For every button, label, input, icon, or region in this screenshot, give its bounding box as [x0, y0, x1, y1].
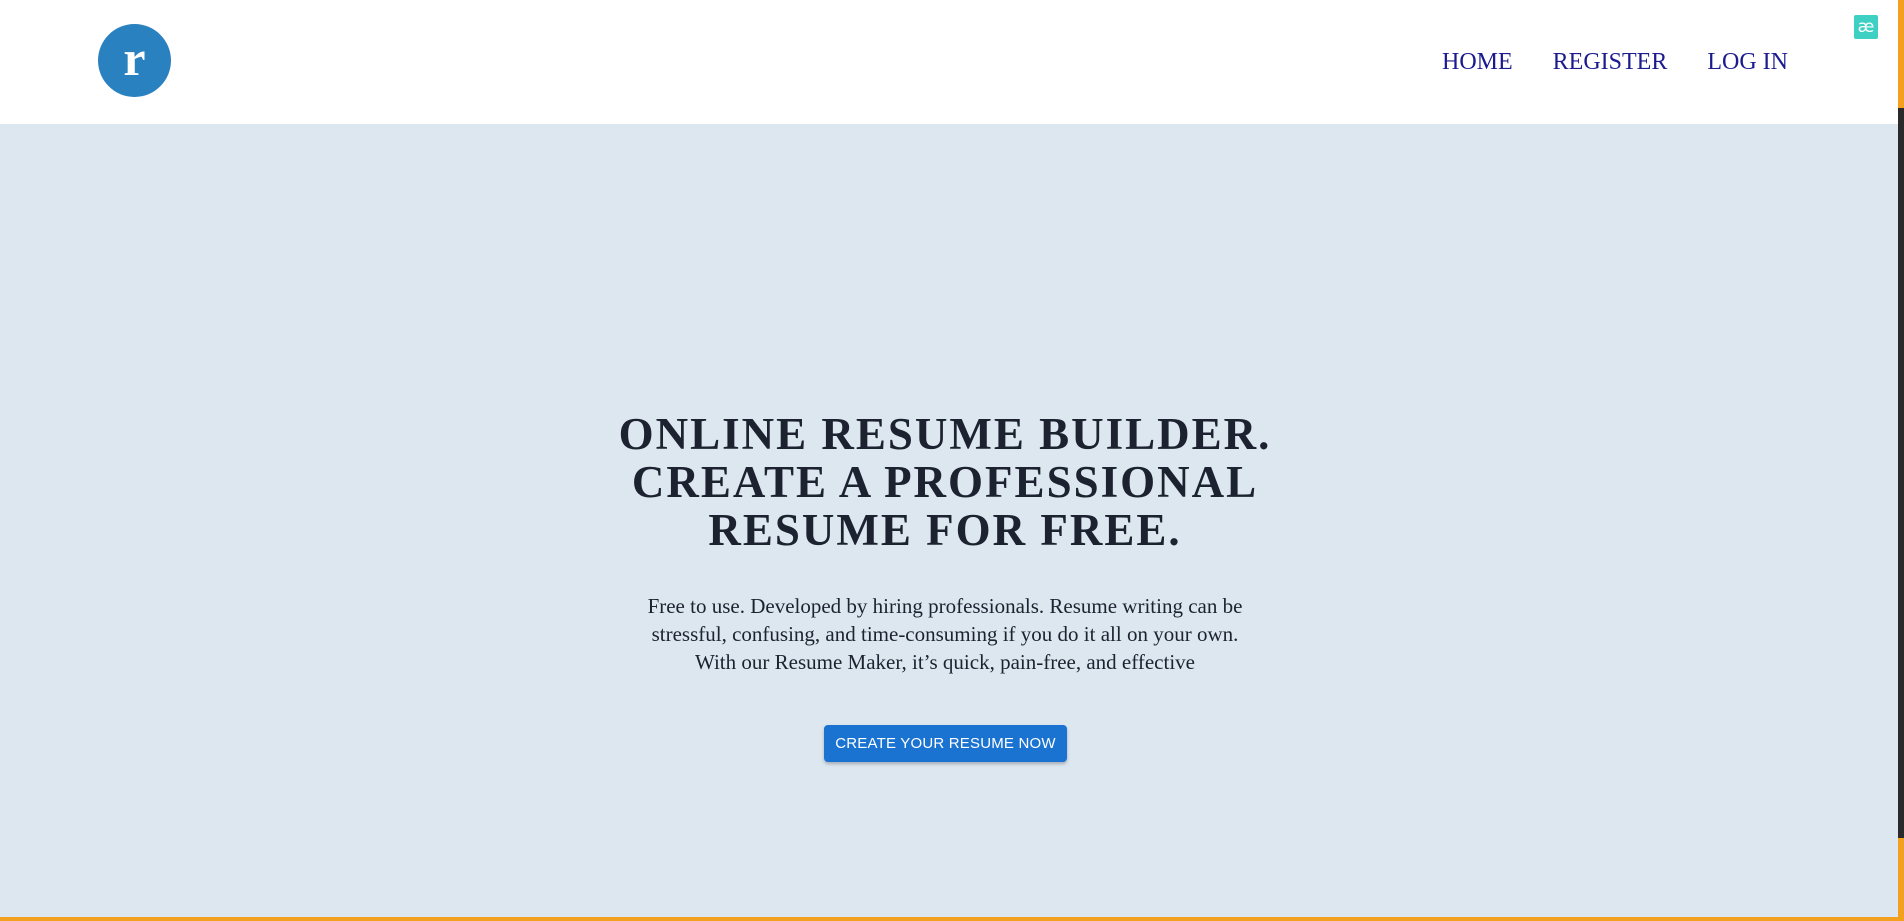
scrollbar-thumb[interactable]: [1898, 108, 1904, 838]
hero-description: Free to use. Developed by hiring profess…: [647, 594, 1243, 674]
nav-register-link[interactable]: REGISTER: [1553, 48, 1668, 76]
hero-title-line: RESUME FOR FREE.: [708, 505, 1182, 555]
hero-title: ONLINE RESUME BUILDER. CREATE A PROFESSI…: [0, 410, 1890, 554]
main-nav: HOME REGISTER LOG IN: [1442, 48, 1788, 76]
brand-logo[interactable]: r: [98, 24, 171, 97]
site-header: r HOME REGISTER LOG IN æ: [0, 0, 1898, 124]
nav-login-link[interactable]: LOG IN: [1707, 48, 1788, 76]
extension-badge-icon[interactable]: æ: [1854, 15, 1878, 39]
brand-logo-letter: r: [123, 29, 146, 86]
hero-section: ONLINE RESUME BUILDER. CREATE A PROFESSI…: [0, 124, 1898, 919]
bottom-accent-bar: [0, 917, 1904, 921]
hero-title-line: ONLINE RESUME BUILDER.: [618, 409, 1272, 459]
create-resume-button[interactable]: CREATE YOUR RESUME NOW: [824, 725, 1067, 762]
hero-title-line: CREATE A PROFESSIONAL: [631, 457, 1259, 507]
nav-home-link[interactable]: HOME: [1442, 48, 1513, 76]
